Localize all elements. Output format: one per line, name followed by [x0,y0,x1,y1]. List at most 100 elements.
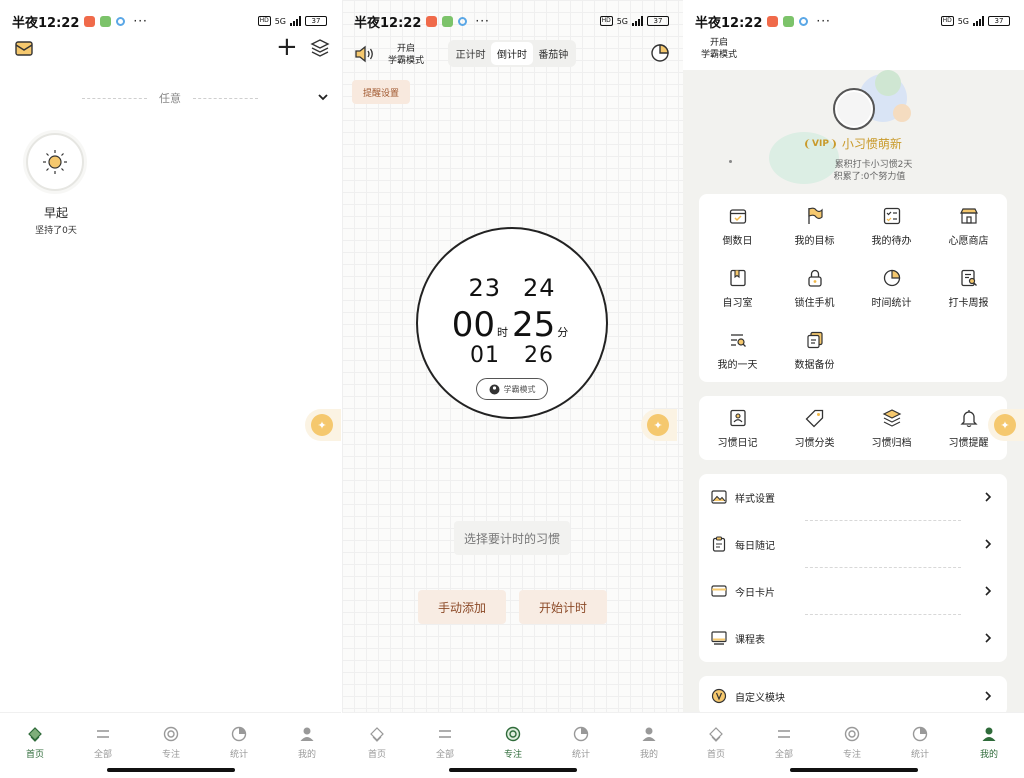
study-mode-pill[interactable]: 学霸模式 [476,378,548,400]
picker-hour-prev[interactable]: 23 [468,274,501,302]
tab-me[interactable]: 我的 [624,725,674,760]
tab-stats-label: 统计 [229,750,248,760]
focus-screen: 半夜12:22 ··· HD 5G 37 开启 学霸模式 正计时 倒计时 番茄钟… [342,0,683,778]
username: 小习惯萌新 [841,137,902,151]
flag-icon [807,207,823,224]
custom-module-icon [711,688,727,704]
status-bar: 半夜12:22 ··· HD 5G 37 [354,10,669,32]
habit-item[interactable]: 早起 坚持了0天 [26,133,86,236]
tag-icon [805,409,823,428]
tab-home[interactable]: 首页 [691,725,741,760]
start-timer-button[interactable]: 开始计时 [519,590,607,624]
tab-all-label: 全部 [93,750,112,760]
picker-minute[interactable]: 25 [512,305,555,345]
status-bar: 半夜12:22 ··· HD 5G 37 [12,10,327,32]
user-name-row[interactable]: VIP 小习惯萌新 [805,135,902,152]
tab-all[interactable]: 全部 [78,725,128,760]
tab-home[interactable]: 首页 [352,725,402,760]
tab-me-label: 我的 [297,750,316,760]
tab-all[interactable]: 全部 [759,725,809,760]
tool-wish-store[interactable]: 心愿商店 [930,206,1007,247]
tool-data-backup[interactable]: 数据备份 [776,330,853,371]
tab-pomodoro[interactable]: 番茄钟 [533,42,574,65]
signal-icon [973,16,984,26]
picker-minute-prev[interactable]: 24 [523,274,556,302]
setting-today-card[interactable]: 今日卡片 [699,568,1007,614]
tool-label: 我的一天 [717,360,758,371]
figure-icon: ✦ [647,414,669,436]
more-notifications-icon: ··· [475,14,490,28]
picker-upper-row: 23 24 [418,274,606,302]
picker-minute-next[interactable]: 26 [524,343,554,368]
floating-assistant-button[interactable]: ✦ [641,409,677,441]
habit-category[interactable]: 习惯分类 [776,408,853,449]
tool-todos[interactable]: 我的待办 [853,206,930,247]
tab-all[interactable]: 全部 [420,725,470,760]
add-habit-icon[interactable]: + [276,34,298,60]
study-mode-pill-label: 学霸模式 [503,384,536,394]
remind-settings-button[interactable]: 提醒设置 [352,80,410,104]
habit-circle[interactable] [26,133,84,191]
tab-focus[interactable]: 专注 [146,725,196,760]
setting-label: 今日卡片 [735,587,775,599]
tab-stats-label: 统计 [910,750,929,760]
time-picker-dial[interactable]: 23 24 00 时 25 分 01 26 学霸模式 [416,227,608,419]
tab-countdown[interactable]: 倒计时 [491,42,533,65]
chevron-down-icon[interactable] [316,90,330,104]
manual-add-button[interactable]: 手动添加 [418,590,506,624]
time-filter[interactable]: 任意 [82,90,258,106]
tool-my-goals[interactable]: 我的目标 [776,206,853,247]
minute-unit: 分 [557,326,569,339]
picker-hour[interactable]: 00 [452,305,495,345]
floating-assistant-button[interactable]: ✦ [305,409,341,441]
tab-focus[interactable]: 专注 [827,725,877,760]
tool-my-day[interactable]: 我的一天 [699,330,776,371]
network-label: 5G [616,16,628,26]
chevron-right-icon [985,586,992,596]
effort-value: 积累了:0个努力值 [833,172,906,182]
study-mode-toggle[interactable]: 开启 学霸模式 [701,37,737,61]
status-bar: 半夜12:22 ··· HD 5G 37 [695,10,1010,32]
tab-home-label: 首页 [706,750,725,760]
figure-icon: ✦ [994,414,1016,436]
avatar[interactable] [833,88,875,130]
picker-hour-next[interactable]: 01 [470,343,500,368]
pie-tab-icon [573,726,589,742]
setting-timetable[interactable]: 课程表 [699,615,1007,661]
habit-name: 早起 [43,206,68,220]
tool-time-stats[interactable]: 时间统计 [853,268,930,309]
home-tab-icon [709,727,723,742]
tool-label: 我的目标 [794,236,835,247]
study-mode-label-2: 学霸模式 [388,56,425,66]
tool-countdown-day[interactable]: 倒数日 [699,206,776,247]
sync-icon [116,16,126,26]
tab-me[interactable]: 我的 [282,725,332,760]
tab-bar: 首页 全部 专注 统计 我的 [683,712,1024,778]
tab-stats[interactable]: 统计 [214,725,264,760]
tab-home[interactable]: 首页 [10,725,60,760]
tab-stats[interactable]: 统计 [895,725,945,760]
mail-icon[interactable] [14,38,34,58]
tab-count-up[interactable]: 正计时 [450,42,491,65]
habit-archive[interactable]: 习惯归档 [853,408,930,449]
tab-focus[interactable]: 专注 [488,725,538,760]
clipboard-icon [712,536,726,552]
floating-assistant-button[interactable]: ✦ [988,409,1024,441]
battery-icon: 37 [988,16,1010,26]
tool-label: 心愿商店 [948,236,989,247]
pie-tab-icon [912,726,928,742]
tab-stats[interactable]: 统计 [556,725,606,760]
list-tab-icon [439,730,451,738]
habit-diary[interactable]: 习惯日记 [699,408,776,449]
setting-style[interactable]: 样式设置 [699,474,1007,520]
tab-me[interactable]: 我的 [964,725,1014,760]
layers-icon[interactable] [310,38,330,58]
speaker-icon[interactable] [354,44,376,64]
tool-study-room[interactable]: 自习室 [699,268,776,309]
pie-chart-icon[interactable] [650,43,670,63]
setting-daily-notes[interactable]: 每日随记 [699,521,1007,567]
tool-weekly-report[interactable]: 打卡周报 [930,268,1007,309]
tool-lock-phone[interactable]: 锁住手机 [776,268,853,309]
choose-habit-button[interactable]: 选择要计时的习惯 [454,521,570,555]
study-mode-toggle[interactable]: 开启 学霸模式 [388,43,424,67]
